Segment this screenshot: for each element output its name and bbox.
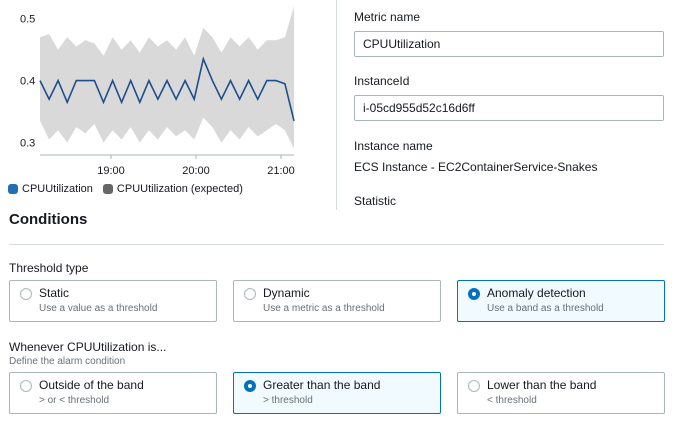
legend-label-cpuutilization-expected: CPUUtilization (expected): [116, 183, 243, 195]
radio-greater-than-band[interactable]: [244, 380, 256, 392]
threshold-type-anomaly-detection-option[interactable]: Anomaly detection Use a band as a thresh…: [457, 280, 665, 322]
legend-item-cpuutilization[interactable]: CPUUtilization: [8, 183, 93, 195]
x-tick-label: 21:00: [267, 165, 295, 177]
option-desc-lower-than-band: < threshold: [487, 395, 537, 406]
conditions-title: Conditions: [9, 211, 88, 228]
cpu-utilization-chart: 0.5 0.4 0.3 19:00 20:00 21:00: [20, 6, 295, 177]
y-tick-label: 0.3: [20, 138, 35, 150]
option-desc-dynamic: Use a metric as a threshold: [263, 303, 385, 314]
condition-greater-than-band-option[interactable]: Greater than the band > threshold: [233, 372, 441, 414]
radio-dynamic[interactable]: [244, 288, 256, 300]
radio-static[interactable]: [20, 288, 32, 300]
condition-lower-than-band-option[interactable]: Lower than the band < threshold: [457, 372, 665, 414]
x-tick-label: 19:00: [97, 165, 125, 177]
x-tick-label: 20:00: [182, 165, 210, 177]
expected-band-layer: [40, 6, 294, 149]
conditions-divider: [9, 244, 664, 245]
whenever-description: Define the alarm condition: [9, 356, 126, 367]
instance-id-field[interactable]: [354, 95, 664, 121]
instance-name-value: ECS Instance - EC2ContainerService-Snake…: [354, 160, 598, 174]
option-desc-static: Use a value as a threshold: [39, 303, 158, 314]
legend-label-cpuutilization: CPUUtilization: [22, 183, 93, 195]
legend-item-cpuutilization-expected[interactable]: CPUUtilization (expected): [102, 183, 243, 195]
metric-name-label: Metric name: [354, 10, 421, 24]
option-title-lower-than-band: Lower than the band: [487, 378, 597, 392]
y-tick-label: 0.5: [20, 14, 35, 26]
threshold-type-dynamic-option[interactable]: Dynamic Use a metric as a threshold: [233, 280, 441, 322]
option-title-static: Static: [39, 286, 70, 300]
whenever-label: Whenever CPUUtilization is...: [9, 340, 167, 354]
radio-anomaly-detection[interactable]: [468, 288, 480, 300]
instance-id-label: InstanceId: [354, 74, 410, 88]
option-title-outside-band: Outside of the band: [39, 378, 144, 392]
threshold-type-static-option[interactable]: Static Use a value as a threshold: [9, 280, 217, 322]
option-desc-greater-than-band: > threshold: [263, 395, 313, 406]
chart-legend: CPUUtilization CPUUtilization (expected): [8, 183, 253, 195]
instance-name-label: Instance name: [354, 139, 433, 153]
option-desc-outside-band: > or < threshold: [39, 395, 110, 406]
expected-band-area: [40, 6, 294, 149]
option-title-dynamic: Dynamic: [263, 286, 310, 300]
option-title-greater-than-band: Greater than the band: [263, 378, 381, 392]
option-title-anomaly-detection: Anomaly detection: [487, 286, 586, 300]
condition-outside-band-option[interactable]: Outside of the band > or < threshold: [9, 372, 217, 414]
radio-outside-band[interactable]: [20, 380, 32, 392]
option-desc-anomaly-detection: Use a band as a threshold: [487, 303, 604, 314]
threshold-type-label: Threshold type: [9, 261, 89, 275]
y-tick-label: 0.4: [20, 76, 35, 88]
legend-swatch-cpuutilization-expected: [102, 184, 113, 194]
legend-swatch-cpuutilization: [8, 184, 18, 194]
panel-divider: [336, 0, 337, 210]
statistic-label: Statistic: [354, 194, 397, 208]
metric-name-field[interactable]: [354, 31, 664, 57]
radio-lower-than-band[interactable]: [468, 380, 480, 392]
